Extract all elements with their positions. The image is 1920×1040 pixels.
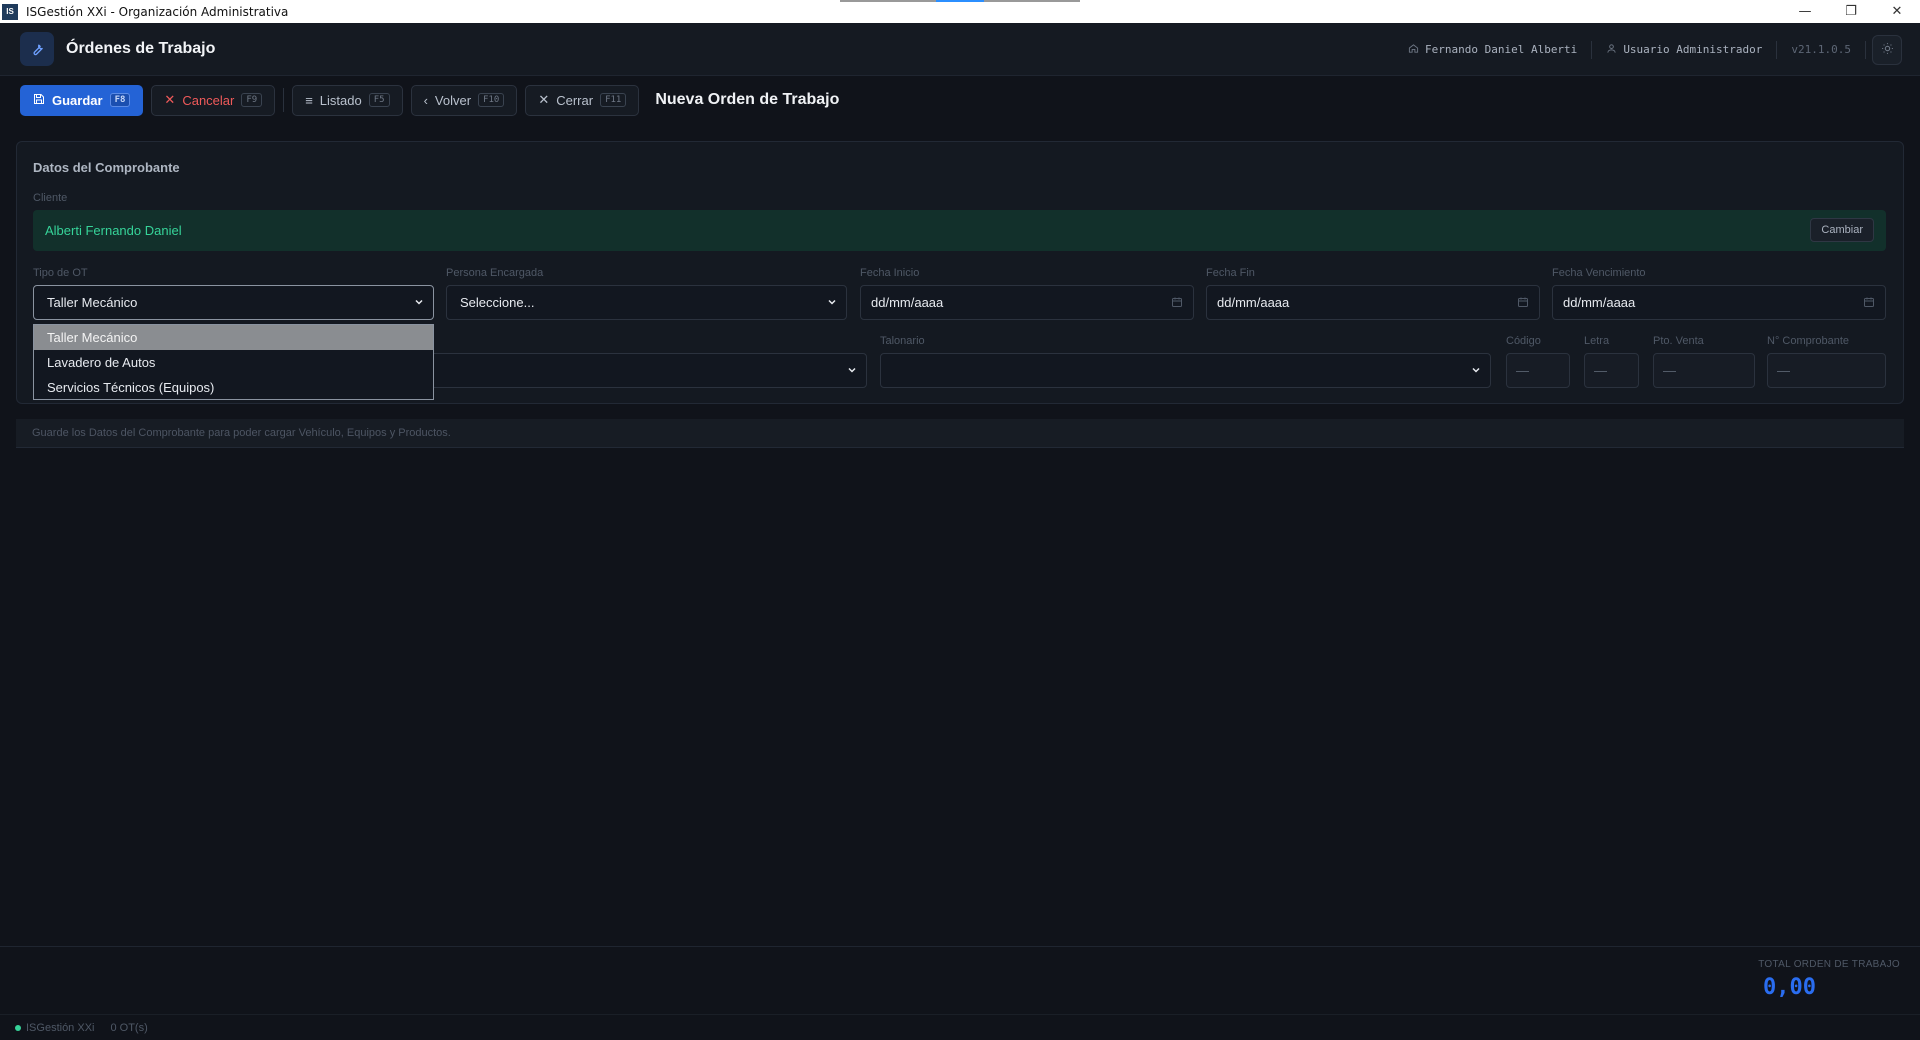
talonario-label: Talonario xyxy=(880,335,925,347)
codigo-value: — xyxy=(1516,363,1529,378)
totals-footer: TOTAL ORDEN DE TRABAJO 0,00 xyxy=(0,946,1920,1014)
calendar-icon[interactable] xyxy=(1171,296,1183,311)
close-label: Cerrar xyxy=(556,92,594,108)
codigo-field: — xyxy=(1506,353,1570,388)
status-app: ISGestión XXi xyxy=(15,1022,94,1034)
list-shortcut: F5 xyxy=(368,93,390,107)
change-client-button[interactable]: Cambiar xyxy=(1810,218,1874,242)
letra-label: Letra xyxy=(1584,335,1610,347)
sun-icon xyxy=(1881,42,1894,58)
fecha-inicio-input[interactable]: dd/mm/aaaa xyxy=(860,285,1194,320)
action-toolbar: Guardar F8 ✕ Cancelar F9 ≡ Listado F5 ‹ … xyxy=(0,77,1920,123)
status-count: 0 OT(s) xyxy=(110,1021,148,1034)
fecha-inicio-value: dd/mm/aaaa xyxy=(871,295,944,310)
back-shortcut: F10 xyxy=(478,93,505,107)
user-icon xyxy=(1606,43,1617,57)
user-name: Usuario Administrador xyxy=(1623,43,1763,56)
chevron-down-icon xyxy=(413,296,425,311)
back-label: Volver xyxy=(434,92,472,108)
client-box: Alberti Fernando Daniel Cambiar xyxy=(33,210,1886,251)
wrench-icon xyxy=(20,32,54,66)
fecha-fin-value: dd/mm/aaaa xyxy=(1217,295,1290,310)
window-titlebar: IS ISGestión XXi - Organización Administ… xyxy=(0,0,1920,23)
floppy-icon xyxy=(33,93,45,108)
chevron-down-icon xyxy=(1470,364,1482,379)
cancel-shortcut: F9 xyxy=(241,93,263,107)
chevron-down-icon xyxy=(826,296,838,311)
pto-venta-value: — xyxy=(1663,363,1676,378)
document-title: Nueva Orden de Trabajo xyxy=(655,91,840,108)
list-button[interactable]: ≡ Listado F5 xyxy=(292,84,403,116)
company-name: Fernando Daniel Alberti xyxy=(1424,43,1578,56)
close-shortcut: F11 xyxy=(600,93,627,107)
close-button[interactable]: ✕ Cerrar F11 xyxy=(525,84,640,116)
persona-label: Persona Encargada xyxy=(446,267,544,279)
section-title: Datos del Comprobante xyxy=(33,160,180,175)
status-bar: ISGestión XXi 0 OT(s) xyxy=(0,1014,1920,1040)
list-icon: ≡ xyxy=(305,92,313,108)
save-shortcut: F8 xyxy=(109,93,131,107)
persona-value: Seleccione... xyxy=(460,295,535,310)
tipo-ot-select[interactable]: Taller Mecánico xyxy=(33,285,434,320)
restore-button[interactable]: ❐ xyxy=(1828,0,1874,23)
minimize-button[interactable]: — xyxy=(1782,0,1828,23)
pto-venta-field: — xyxy=(1653,353,1755,388)
home-icon xyxy=(1408,43,1419,57)
tipo-ot-value: Taller Mecánico xyxy=(47,295,138,310)
total-label: TOTAL ORDEN DE TRABAJO xyxy=(1758,959,1900,970)
title-drag-indicator xyxy=(840,0,1080,2)
cancel-button[interactable]: ✕ Cancelar F9 xyxy=(151,84,276,116)
fecha-fin-label: Fecha Fin xyxy=(1206,267,1255,279)
codigo-label: Código xyxy=(1506,335,1541,347)
cancel-label: Cancelar xyxy=(182,92,235,108)
tipo-ot-dropdown: Taller Mecánico Lavadero de Autos Servic… xyxy=(33,324,434,400)
close-icon: ✕ xyxy=(538,92,550,107)
app-header: Órdenes de Trabajo Fernando Daniel Alber… xyxy=(0,23,1920,76)
fecha-vencimiento-label: Fecha Vencimiento xyxy=(1552,267,1646,279)
chevron-down-icon xyxy=(846,364,858,379)
tipo-ot-option[interactable]: Lavadero de Autos xyxy=(34,350,433,375)
tipo-ot-option[interactable]: Taller Mecánico xyxy=(34,325,433,350)
info-message: Guarde los Datos del Comprobante para po… xyxy=(32,427,451,439)
nro-comprobante-label: N° Comprobante xyxy=(1767,335,1850,347)
calendar-icon[interactable] xyxy=(1517,296,1529,311)
back-button[interactable]: ‹ Volver F10 xyxy=(410,84,518,116)
x-icon: ✕ xyxy=(164,92,176,107)
nro-comprobante-field: — xyxy=(1767,353,1886,388)
save-label: Guardar xyxy=(52,92,103,108)
client-label: Cliente xyxy=(33,192,68,204)
theme-toggle-button[interactable] xyxy=(1872,34,1902,65)
pto-venta-label: Pto. Venta xyxy=(1653,335,1704,347)
letra-value: — xyxy=(1594,363,1607,378)
tipo-ot-label: Tipo de OT xyxy=(33,267,88,279)
letra-field: — xyxy=(1584,353,1639,388)
app-logo-icon: IS xyxy=(2,3,18,20)
persona-select[interactable]: Seleccione... xyxy=(446,285,847,320)
talonario-select[interactable] xyxy=(880,353,1491,388)
company-info: Fernando Daniel Alberti xyxy=(1394,43,1591,57)
tipo-ot-option[interactable]: Servicios Técnicos (Equipos) xyxy=(34,375,433,400)
client-name: Alberti Fernando Daniel xyxy=(45,223,182,238)
chevron-left-icon: ‹ xyxy=(423,92,428,108)
module-title: Órdenes de Trabajo xyxy=(66,40,216,57)
list-label: Listado xyxy=(319,92,362,108)
window-title: ISGestión XXi - Organización Administrat… xyxy=(26,4,289,19)
nro-comprobante-value: — xyxy=(1777,363,1790,378)
user-info: Usuario Administrador xyxy=(1592,43,1776,57)
save-button[interactable]: Guardar F8 xyxy=(20,84,144,116)
online-indicator-icon xyxy=(15,1024,21,1031)
app-version: v21.1.0.5 xyxy=(1791,43,1851,56)
fecha-vencimiento-value: dd/mm/aaaa xyxy=(1563,295,1636,310)
fecha-fin-input[interactable]: dd/mm/aaaa xyxy=(1206,285,1540,320)
close-window-button[interactable]: ✕ xyxy=(1874,0,1920,23)
calendar-icon[interactable] xyxy=(1863,296,1875,311)
fecha-vencimiento-input[interactable]: dd/mm/aaaa xyxy=(1552,285,1886,320)
total-value: 0,00 xyxy=(1763,975,1816,1000)
fecha-inicio-label: Fecha Inicio xyxy=(860,267,920,279)
info-message-bar: Guarde los Datos del Comprobante para po… xyxy=(16,419,1904,448)
